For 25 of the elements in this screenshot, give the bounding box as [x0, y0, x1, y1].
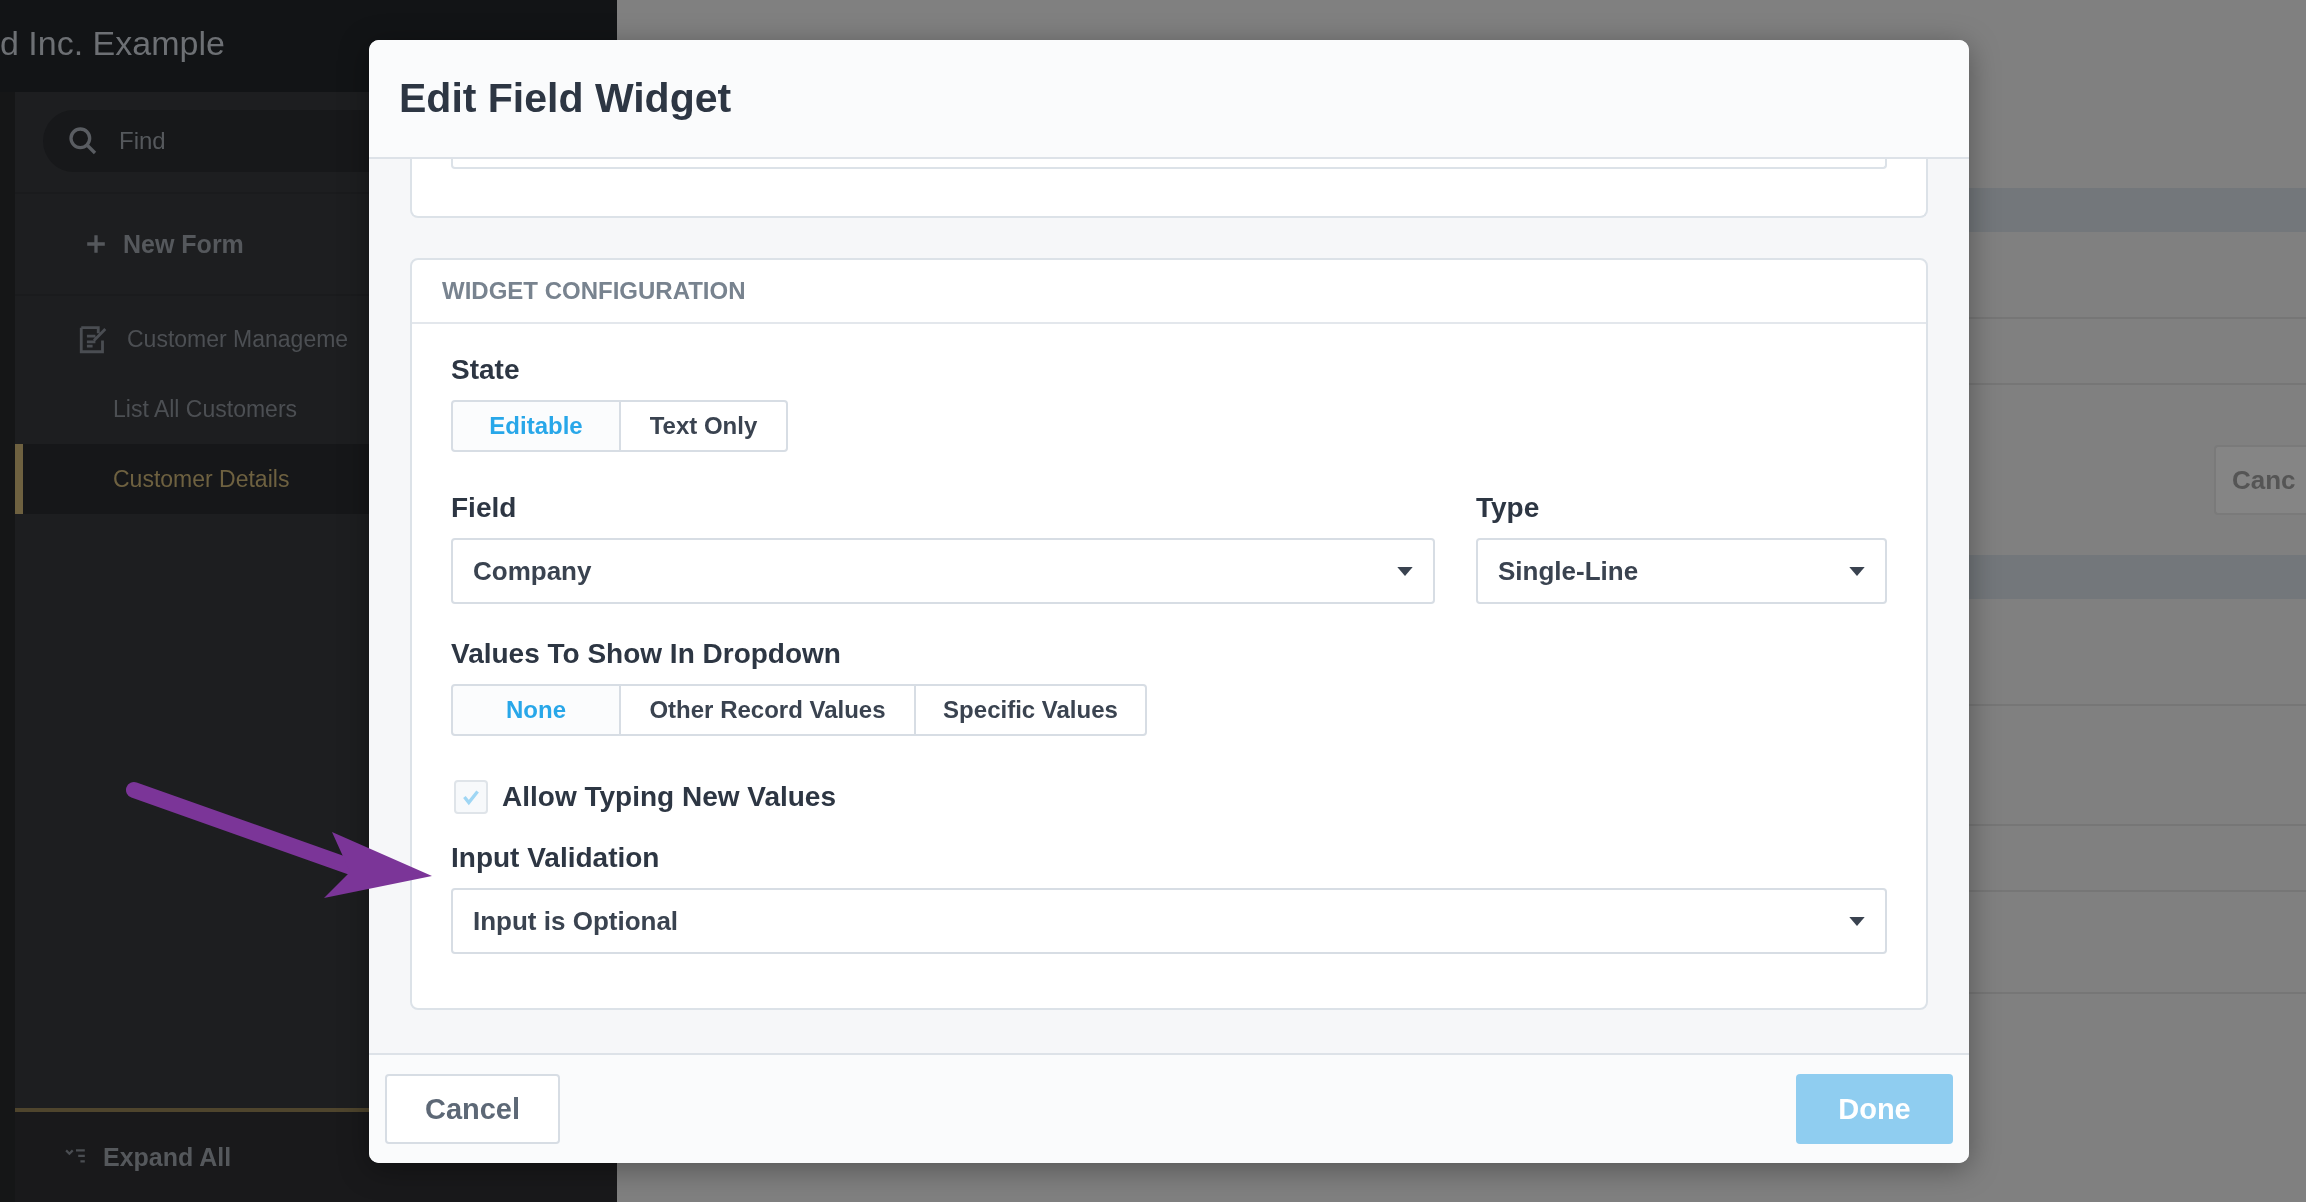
new-form-button[interactable]: New Form [85, 229, 244, 259]
dropdown-field[interactable]: Input is Optional [451, 888, 1887, 954]
sidebar-item[interactable]: Customer Details [15, 444, 369, 514]
segment-option[interactable]: None [451, 684, 621, 736]
dropdown-field[interactable]: Single-Line [1476, 538, 1887, 604]
checkbox-label: Allow Typing New Values [502, 781, 836, 813]
segment-option[interactable]: Editable [451, 400, 621, 452]
field-label: Values To Show In Dropdown [451, 638, 842, 670]
expand-all-button[interactable]: Expand All [65, 1142, 232, 1172]
plus-icon [85, 233, 107, 255]
cancel-button[interactable]: Cancel [385, 1074, 560, 1144]
segment-option[interactable]: Text Only [619, 400, 788, 452]
caret-icon [1397, 566, 1413, 576]
caret-icon [1849, 916, 1865, 926]
field-label: State [451, 354, 521, 386]
segment-option[interactable]: Specific Values [914, 684, 1147, 736]
field-label: Type [1476, 492, 1541, 524]
section-title: WIDGET CONFIGURATION [412, 260, 1926, 324]
search-icon [67, 125, 99, 157]
dropdown-field[interactable]: Company [451, 538, 1435, 604]
caret-icon [1849, 566, 1865, 576]
search-field[interactable]: Find [117, 126, 431, 156]
segment-option[interactable]: Other Record Values [619, 684, 916, 736]
field-label: Input Validation [451, 842, 661, 874]
field-label: Field [451, 492, 518, 524]
